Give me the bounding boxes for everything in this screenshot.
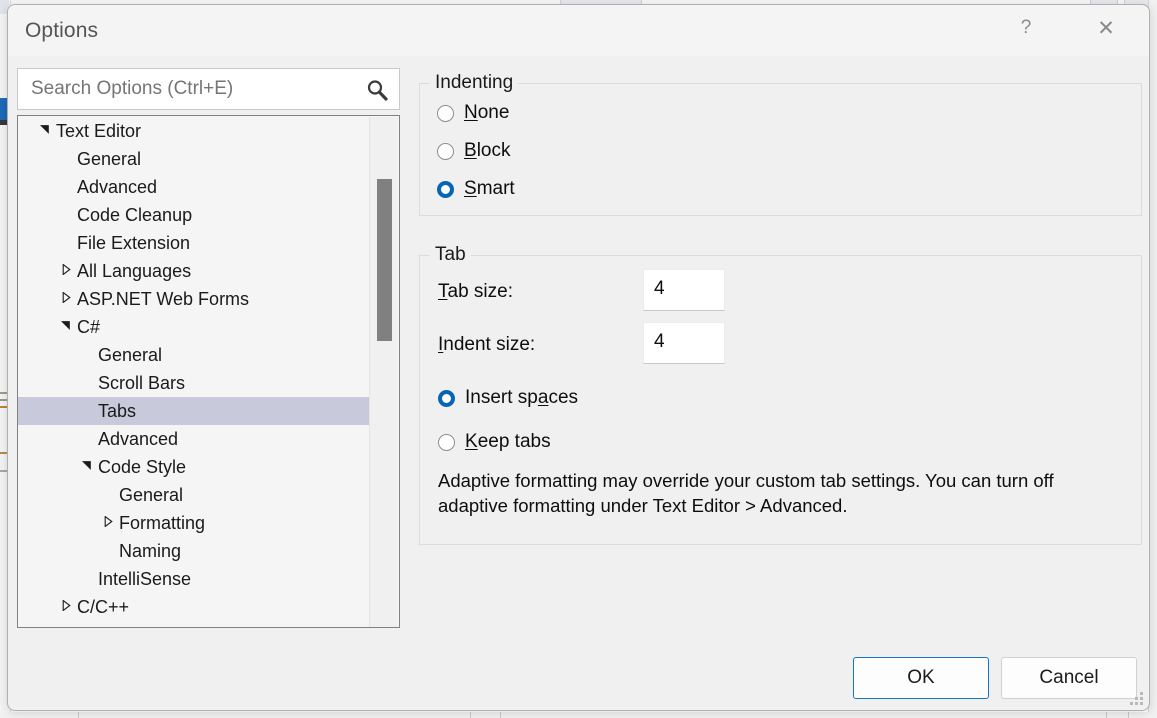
resize-grip-icon[interactable] bbox=[1130, 692, 1143, 705]
tree-item-code-cleanup[interactable]: Code Cleanup bbox=[18, 201, 370, 229]
chevron-right-icon[interactable] bbox=[59, 600, 73, 614]
tree-item-code-style[interactable]: Code Style bbox=[18, 453, 370, 481]
radio-indicator-keep-tabs[interactable] bbox=[438, 434, 455, 451]
tab-size-input[interactable]: 4 bbox=[643, 269, 725, 311]
tree-item-label: General bbox=[98, 345, 162, 366]
tree-item-label: Advanced bbox=[98, 429, 178, 450]
search-input[interactable]: Search Options (Ctrl+E) bbox=[17, 68, 400, 110]
radio-keep-tabs[interactable]: Keep tabs bbox=[438, 431, 551, 453]
tree-scrollbar[interactable] bbox=[369, 117, 398, 628]
chevron-right-icon[interactable] bbox=[101, 516, 115, 530]
background-accent-bar bbox=[0, 98, 7, 122]
search-input-placeholder: Search Options (Ctrl+E) bbox=[31, 78, 233, 100]
tree-item-label: All Languages bbox=[77, 261, 191, 282]
radio-indicator-insert-spaces[interactable] bbox=[438, 390, 455, 407]
tree-item-file-extension[interactable]: File Extension bbox=[18, 229, 370, 257]
chevron-right-icon[interactable] bbox=[59, 264, 73, 278]
tree-item-label: Code Style bbox=[98, 457, 186, 478]
chevron-down-icon[interactable] bbox=[59, 320, 73, 334]
chevron-down-icon[interactable] bbox=[38, 124, 52, 138]
chevron-right-icon[interactable] bbox=[59, 292, 73, 306]
tree-item-label: General bbox=[119, 485, 183, 506]
tree-item-text-editor[interactable]: Text Editor bbox=[18, 117, 370, 145]
tab-size-label: Tab size: bbox=[438, 281, 513, 303]
tree-item-label: General bbox=[77, 149, 141, 170]
tree-item-scroll-bars[interactable]: Scroll Bars bbox=[18, 369, 370, 397]
radio-label-keep-tabs: Keep tabs bbox=[465, 431, 551, 453]
tree-item-tabs[interactable]: Tabs bbox=[18, 397, 370, 425]
tree-item-label: ASP.NET Web Forms bbox=[77, 289, 249, 310]
tree-item-label: File Extension bbox=[77, 233, 190, 254]
radio-indent-none[interactable]: None bbox=[437, 102, 509, 124]
tree-item-label: Advanced bbox=[77, 177, 157, 198]
background-statusbar-tick bbox=[500, 712, 501, 718]
tree-scrollbar-thumb[interactable] bbox=[377, 179, 392, 341]
background-statusbar-tick bbox=[1106, 712, 1107, 718]
radio-insert-spaces[interactable]: Insert spaces bbox=[438, 387, 578, 409]
radio-label-insert-spaces: Insert spaces bbox=[465, 387, 578, 409]
dialog-title: Options bbox=[25, 19, 98, 43]
background-statusbar-tick bbox=[1128, 712, 1129, 718]
tree-item-label: C# bbox=[77, 317, 100, 338]
radio-label-none: None bbox=[464, 102, 509, 124]
options-dialog: Options ? ✕ Search Options (Ctrl+E) Text… bbox=[7, 4, 1150, 711]
indenting-group: Indenting None Block Smart bbox=[419, 83, 1142, 216]
tree-item-label: Scroll Bars bbox=[98, 373, 185, 394]
tree-item-label: Formatting bbox=[119, 513, 205, 534]
indent-size-label: Indent size: bbox=[438, 334, 535, 356]
chevron-down-icon[interactable] bbox=[80, 460, 94, 474]
tree-item-label: Code Cleanup bbox=[77, 205, 192, 226]
search-icon[interactable] bbox=[365, 78, 389, 102]
tab-group-title: Tab bbox=[430, 244, 471, 266]
indent-size-input[interactable]: 4 bbox=[643, 322, 725, 364]
background-statusbar-tick bbox=[78, 712, 79, 718]
tree-item-c-c[interactable]: C/C++ bbox=[18, 593, 370, 621]
tree-item-general[interactable]: General bbox=[18, 341, 370, 369]
background-statusbar-tick bbox=[470, 712, 471, 718]
adaptive-formatting-note: Adaptive formatting may override your cu… bbox=[438, 468, 1098, 518]
tree-item-label: Text Editor bbox=[56, 121, 141, 142]
radio-label-smart: Smart bbox=[464, 178, 515, 200]
tree-item-asp-net-web-forms[interactable]: ASP.NET Web Forms bbox=[18, 285, 370, 313]
tree-item-label: IntelliSense bbox=[98, 569, 191, 590]
radio-indent-block[interactable]: Block bbox=[437, 140, 510, 162]
tree-item-all-languages[interactable]: All Languages bbox=[18, 257, 370, 285]
help-icon[interactable]: ? bbox=[1003, 5, 1049, 51]
radio-indicator-block[interactable] bbox=[437, 143, 454, 160]
tree-item-intellisense[interactable]: IntelliSense bbox=[18, 565, 370, 593]
tree-item-label: C/C++ bbox=[77, 597, 129, 618]
radio-indent-smart[interactable]: Smart bbox=[437, 178, 515, 200]
background-window-bottom-edge bbox=[0, 712, 1157, 718]
tree-item-c[interactable]: C# bbox=[18, 313, 370, 341]
tree-item-label: Naming bbox=[119, 541, 181, 562]
tree-item-formatting[interactable]: Formatting bbox=[18, 509, 370, 537]
tree-item-advanced[interactable]: Advanced bbox=[18, 425, 370, 453]
radio-indicator-smart[interactable] bbox=[437, 181, 454, 198]
options-category-tree[interactable]: Text Editor General Advanced Code Cleanup Fi… bbox=[17, 115, 400, 628]
close-icon[interactable]: ✕ bbox=[1083, 5, 1129, 51]
tree-item-general[interactable]: General bbox=[18, 145, 370, 173]
cancel-button[interactable]: Cancel bbox=[1001, 657, 1137, 699]
tree-item-label: Tabs bbox=[98, 401, 136, 422]
tree-item-general[interactable]: General bbox=[18, 481, 370, 509]
dialog-titlebar: Options ? ✕ bbox=[8, 5, 1149, 56]
tree-item-advanced[interactable]: Advanced bbox=[18, 173, 370, 201]
ok-button[interactable]: OK bbox=[853, 657, 989, 699]
tree-list: Text Editor General Advanced Code Cleanup Fi… bbox=[18, 117, 370, 628]
tree-item-naming[interactable]: Naming bbox=[18, 537, 370, 565]
radio-indicator-none[interactable] bbox=[437, 105, 454, 122]
indenting-group-title: Indenting bbox=[430, 72, 518, 94]
radio-label-block: Block bbox=[464, 140, 510, 162]
